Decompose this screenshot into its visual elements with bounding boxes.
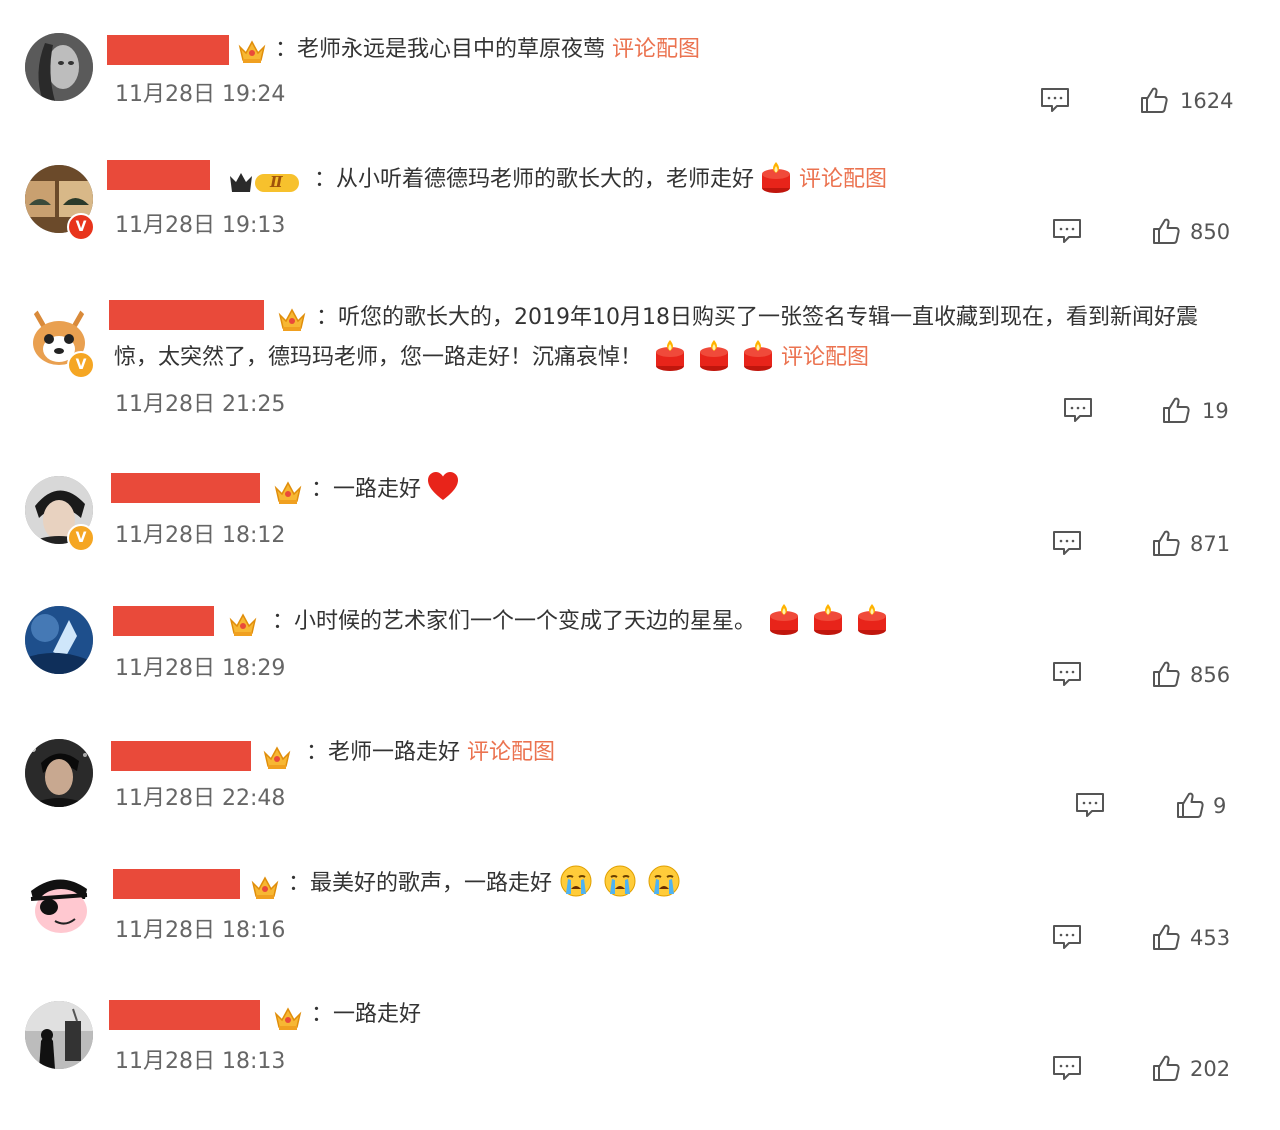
comment-text: ：小时候的艺术家们一个一个变成了天边的星星。 [272,602,888,642]
crown-icon [237,37,267,65]
comment-text: ：听您的歌长大的，2019年10月18日购买了一张签名专辑一直收藏到现在，看到新… [114,298,1234,378]
username-redacted[interactable] [113,869,240,899]
verified-badge: V [67,351,95,379]
comment-body: ：一路走好 [311,1002,422,1027]
timestamp: 11月28日 18:16 [115,918,286,943]
username-redacted[interactable] [111,473,260,503]
heart-emoji [427,470,459,504]
timestamp: 11月28日 18:29 [115,656,286,681]
username-redacted[interactable] [113,606,214,636]
candle-emoji [698,338,730,372]
crown-icon [273,478,303,506]
comment-icon[interactable] [1052,530,1082,556]
candle-emoji [654,338,686,372]
avatar[interactable] [25,33,93,101]
comment-body: ：最美好的歌声，一路走好 [288,871,553,896]
comment-text: ：最美好的歌声，一路走好 [288,864,680,904]
comment-icon[interactable] [1063,397,1093,423]
avatar[interactable] [25,739,93,807]
crying-face-emoji [560,864,592,898]
like-count: 1624 [1180,89,1234,113]
thumbs-up-icon[interactable] [1152,1054,1180,1082]
crown-icon [228,610,258,638]
comment-icon[interactable] [1052,661,1082,687]
comment-body: ：老师永远是我心目中的草原夜莺 [275,37,606,62]
timestamp: 11月28日 18:12 [115,523,286,548]
comment-icon[interactable] [1052,218,1082,244]
comment-text: ：从小听着德德玛老师的歌长大的，老师走好 评论配图 [314,160,887,200]
avatar[interactable] [25,606,93,674]
like-count: 856 [1190,663,1231,687]
comment-icon[interactable] [1040,87,1070,113]
timestamp: 11月28日 19:24 [115,82,286,107]
comment-image-link[interactable]: 评论配图 [781,345,869,370]
thumbs-up-icon[interactable] [1176,791,1204,819]
like-count: 19 [1202,399,1229,423]
comment-body: ：小时候的艺术家们一个一个变成了天边的星星。 [272,609,757,634]
crying-face-emoji [604,864,636,898]
like-count: 871 [1190,532,1231,556]
like-count: 850 [1190,220,1231,244]
timestamp: 11月28日 21:25 [115,392,286,417]
crown-icon [250,873,280,901]
vip-level-text: Ⅱ [270,173,283,191]
comment-body: ：从小听着德德玛老师的歌长大的，老师走好 [314,167,755,192]
timestamp: 11月28日 18:13 [115,1049,286,1074]
username-redacted[interactable] [111,741,251,771]
thumbs-up-icon[interactable] [1152,217,1180,245]
comment-icon[interactable] [1052,924,1082,950]
candle-emoji [760,160,792,194]
comment-text: ：一路走好 [311,470,459,510]
like-count: 202 [1190,1057,1231,1081]
thumbs-up-icon[interactable] [1140,86,1168,114]
comment-body: ：老师一路走好 [306,740,461,765]
thumbs-up-icon[interactable] [1152,660,1180,688]
comment-image-link[interactable]: 评论配图 [799,167,887,192]
vip-level-badge: Ⅱ [228,170,302,196]
comment-text: ：老师一路走好 评论配图 [306,733,555,773]
username-redacted[interactable] [109,1000,260,1030]
thumbs-up-icon[interactable] [1162,396,1190,424]
comment-text: ：一路走好 [311,995,421,1035]
comment-icon[interactable] [1052,1055,1082,1081]
crown-icon [262,743,292,771]
comment-icon[interactable] [1075,792,1105,818]
verified-badge: V [67,213,95,241]
verified-badge: V [67,524,95,552]
like-count: 9 [1213,794,1227,818]
thumbs-up-icon[interactable] [1152,529,1180,557]
comment-image-link[interactable]: 评论配图 [467,740,555,765]
avatar[interactable] [25,869,93,937]
candle-emoji [742,338,774,372]
comment-text: ：老师永远是我心目中的草原夜莺 评论配图 [275,30,700,70]
timestamp: 11月28日 22:48 [115,786,286,811]
like-count: 453 [1190,926,1231,950]
username-redacted[interactable] [107,35,229,65]
candle-emoji [812,602,844,636]
comment-image-link[interactable]: 评论配图 [612,37,700,62]
comment-body: ：一路走好 [311,477,422,502]
candle-emoji [768,602,800,636]
timestamp: 11月28日 19:13 [115,213,286,238]
crown-icon [273,1004,303,1032]
username-redacted[interactable] [107,160,210,190]
crying-face-emoji [648,864,680,898]
candle-emoji [856,602,888,636]
avatar[interactable] [25,1001,93,1069]
thumbs-up-icon[interactable] [1152,923,1180,951]
